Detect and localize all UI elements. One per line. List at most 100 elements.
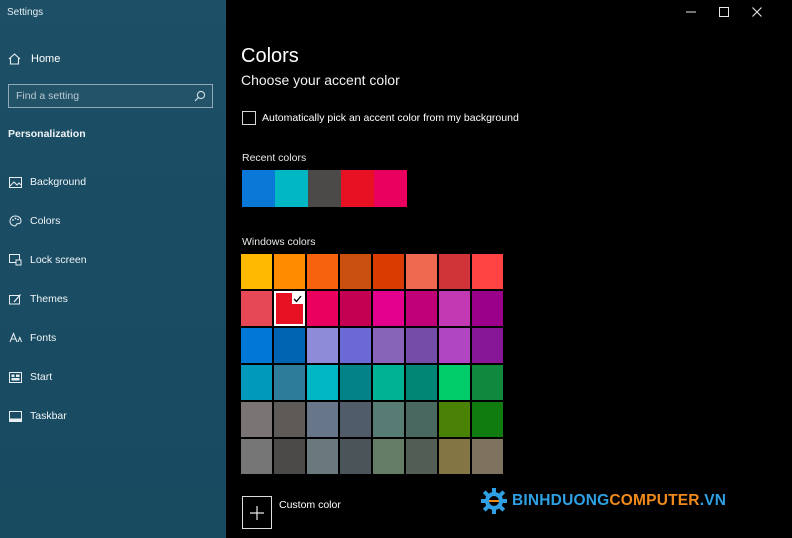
color-swatch[interactable] (373, 439, 404, 474)
start-icon (8, 371, 22, 383)
section-personalization: Personalization (8, 128, 86, 140)
color-swatch[interactable] (472, 439, 503, 474)
taskbar-icon (8, 410, 22, 422)
nav-home-label: Home (31, 53, 61, 65)
color-swatch[interactable] (439, 328, 470, 363)
picture-icon (8, 176, 22, 188)
color-swatch[interactable] (406, 439, 437, 474)
color-swatch[interactable] (307, 402, 338, 437)
color-swatch[interactable] (472, 402, 503, 437)
color-swatch[interactable] (340, 402, 371, 437)
custom-color-button[interactable]: Custom color (242, 496, 341, 529)
windows-colors-label: Windows colors (242, 236, 316, 248)
color-swatch[interactable] (241, 439, 272, 474)
color-swatch[interactable] (307, 328, 338, 363)
recent-color-swatch[interactable] (374, 170, 407, 207)
plus-icon (242, 496, 272, 529)
nav-home[interactable]: Home (8, 51, 60, 67)
search-input[interactable]: Find a setting (8, 84, 213, 108)
color-swatch[interactable] (406, 328, 437, 363)
color-swatch[interactable] (274, 365, 305, 400)
color-swatch[interactable] (439, 402, 470, 437)
color-swatch[interactable] (241, 402, 272, 437)
color-swatch[interactable] (340, 328, 371, 363)
color-swatch[interactable] (373, 291, 404, 326)
color-swatch[interactable] (472, 365, 503, 400)
auto-pick-accent-checkbox[interactable]: Automatically pick an accent color from … (242, 111, 519, 125)
color-swatch[interactable] (274, 439, 305, 474)
color-swatch[interactable] (241, 291, 272, 326)
themes-icon (8, 293, 22, 305)
sidebar-item-label: Taskbar (30, 410, 67, 422)
color-swatch[interactable] (373, 328, 404, 363)
color-swatch[interactable] (472, 328, 503, 363)
color-swatch[interactable] (472, 291, 503, 326)
recent-color-swatch[interactable] (341, 170, 374, 207)
minimize-button[interactable] (683, 4, 699, 20)
sidebar-item-themes[interactable]: Themes (8, 291, 68, 307)
color-swatch[interactable] (241, 328, 272, 363)
maximize-button[interactable] (716, 4, 732, 20)
color-swatch[interactable] (307, 439, 338, 474)
color-swatch[interactable] (274, 328, 305, 363)
recent-color-swatch[interactable] (308, 170, 341, 207)
sidebar-item-label: Lock screen (30, 254, 87, 266)
color-swatch[interactable] (274, 402, 305, 437)
lock-screen-icon (8, 254, 22, 266)
maximize-icon (719, 7, 729, 17)
color-swatch[interactable] (241, 365, 272, 400)
color-swatch[interactable] (307, 254, 338, 289)
sidebar-item-background[interactable]: Background (8, 174, 86, 190)
color-swatch[interactable] (439, 291, 470, 326)
color-swatch[interactable] (274, 254, 305, 289)
color-swatch[interactable] (340, 365, 371, 400)
color-swatch[interactable] (406, 291, 437, 326)
sidebar-item-taskbar[interactable]: Taskbar (8, 408, 67, 424)
page-title: Colors (241, 45, 299, 67)
sidebar-item-label: Start (30, 371, 53, 383)
color-swatch[interactable] (373, 402, 404, 437)
color-swatch[interactable] (340, 254, 371, 289)
color-swatch[interactable] (340, 291, 371, 326)
recent-color-swatch[interactable] (242, 170, 275, 207)
close-button[interactable] (749, 4, 765, 20)
watermark-part1: BINHDUONG (512, 492, 610, 509)
color-swatch-selected[interactable] (274, 291, 305, 326)
color-swatch[interactable] (307, 365, 338, 400)
recent-color-swatch[interactable] (275, 170, 308, 207)
auto-pick-label: Automatically pick an accent color from … (262, 112, 519, 124)
sidebar-item-colors[interactable]: Colors (8, 213, 60, 229)
color-swatch[interactable] (241, 254, 272, 289)
color-swatch[interactable] (406, 365, 437, 400)
gear-logo-icon (481, 488, 507, 514)
sidebar-item-label: Fonts (30, 332, 57, 344)
recent-colors-label: Recent colors (242, 152, 307, 164)
checkmark-icon (292, 293, 303, 304)
color-swatch[interactable] (439, 365, 470, 400)
color-swatch[interactable] (340, 439, 371, 474)
sidebar-item-fonts[interactable]: Fonts (8, 330, 56, 346)
color-swatch[interactable] (406, 254, 437, 289)
color-swatch[interactable] (307, 291, 338, 326)
sidebar-item-start[interactable]: Start (8, 369, 52, 385)
search-icon[interactable] (194, 90, 206, 105)
color-swatch[interactable] (373, 254, 404, 289)
sidebar-item-lock-screen[interactable]: Lock screen (8, 252, 87, 268)
color-swatch[interactable] (439, 254, 470, 289)
watermark-part2: COMPUTER (609, 492, 700, 509)
color-swatch[interactable] (472, 254, 503, 289)
watermark-logo: BINHDUONGCOMPUTER.VN (479, 487, 726, 515)
recent-colors (242, 170, 407, 207)
home-icon (8, 53, 22, 65)
color-swatch[interactable] (439, 439, 470, 474)
fonts-icon (8, 332, 22, 344)
color-swatch[interactable] (373, 365, 404, 400)
watermark-text: BINHDUONGCOMPUTER.VN (512, 492, 726, 510)
palette-icon (8, 215, 22, 227)
accent-color-heading: Choose your accent color (241, 72, 400, 88)
minimize-icon (686, 11, 696, 13)
checkbox-box[interactable] (242, 111, 256, 125)
watermark-part3: .VN (699, 492, 727, 509)
search-placeholder: Find a setting (16, 90, 80, 102)
color-swatch[interactable] (406, 402, 437, 437)
